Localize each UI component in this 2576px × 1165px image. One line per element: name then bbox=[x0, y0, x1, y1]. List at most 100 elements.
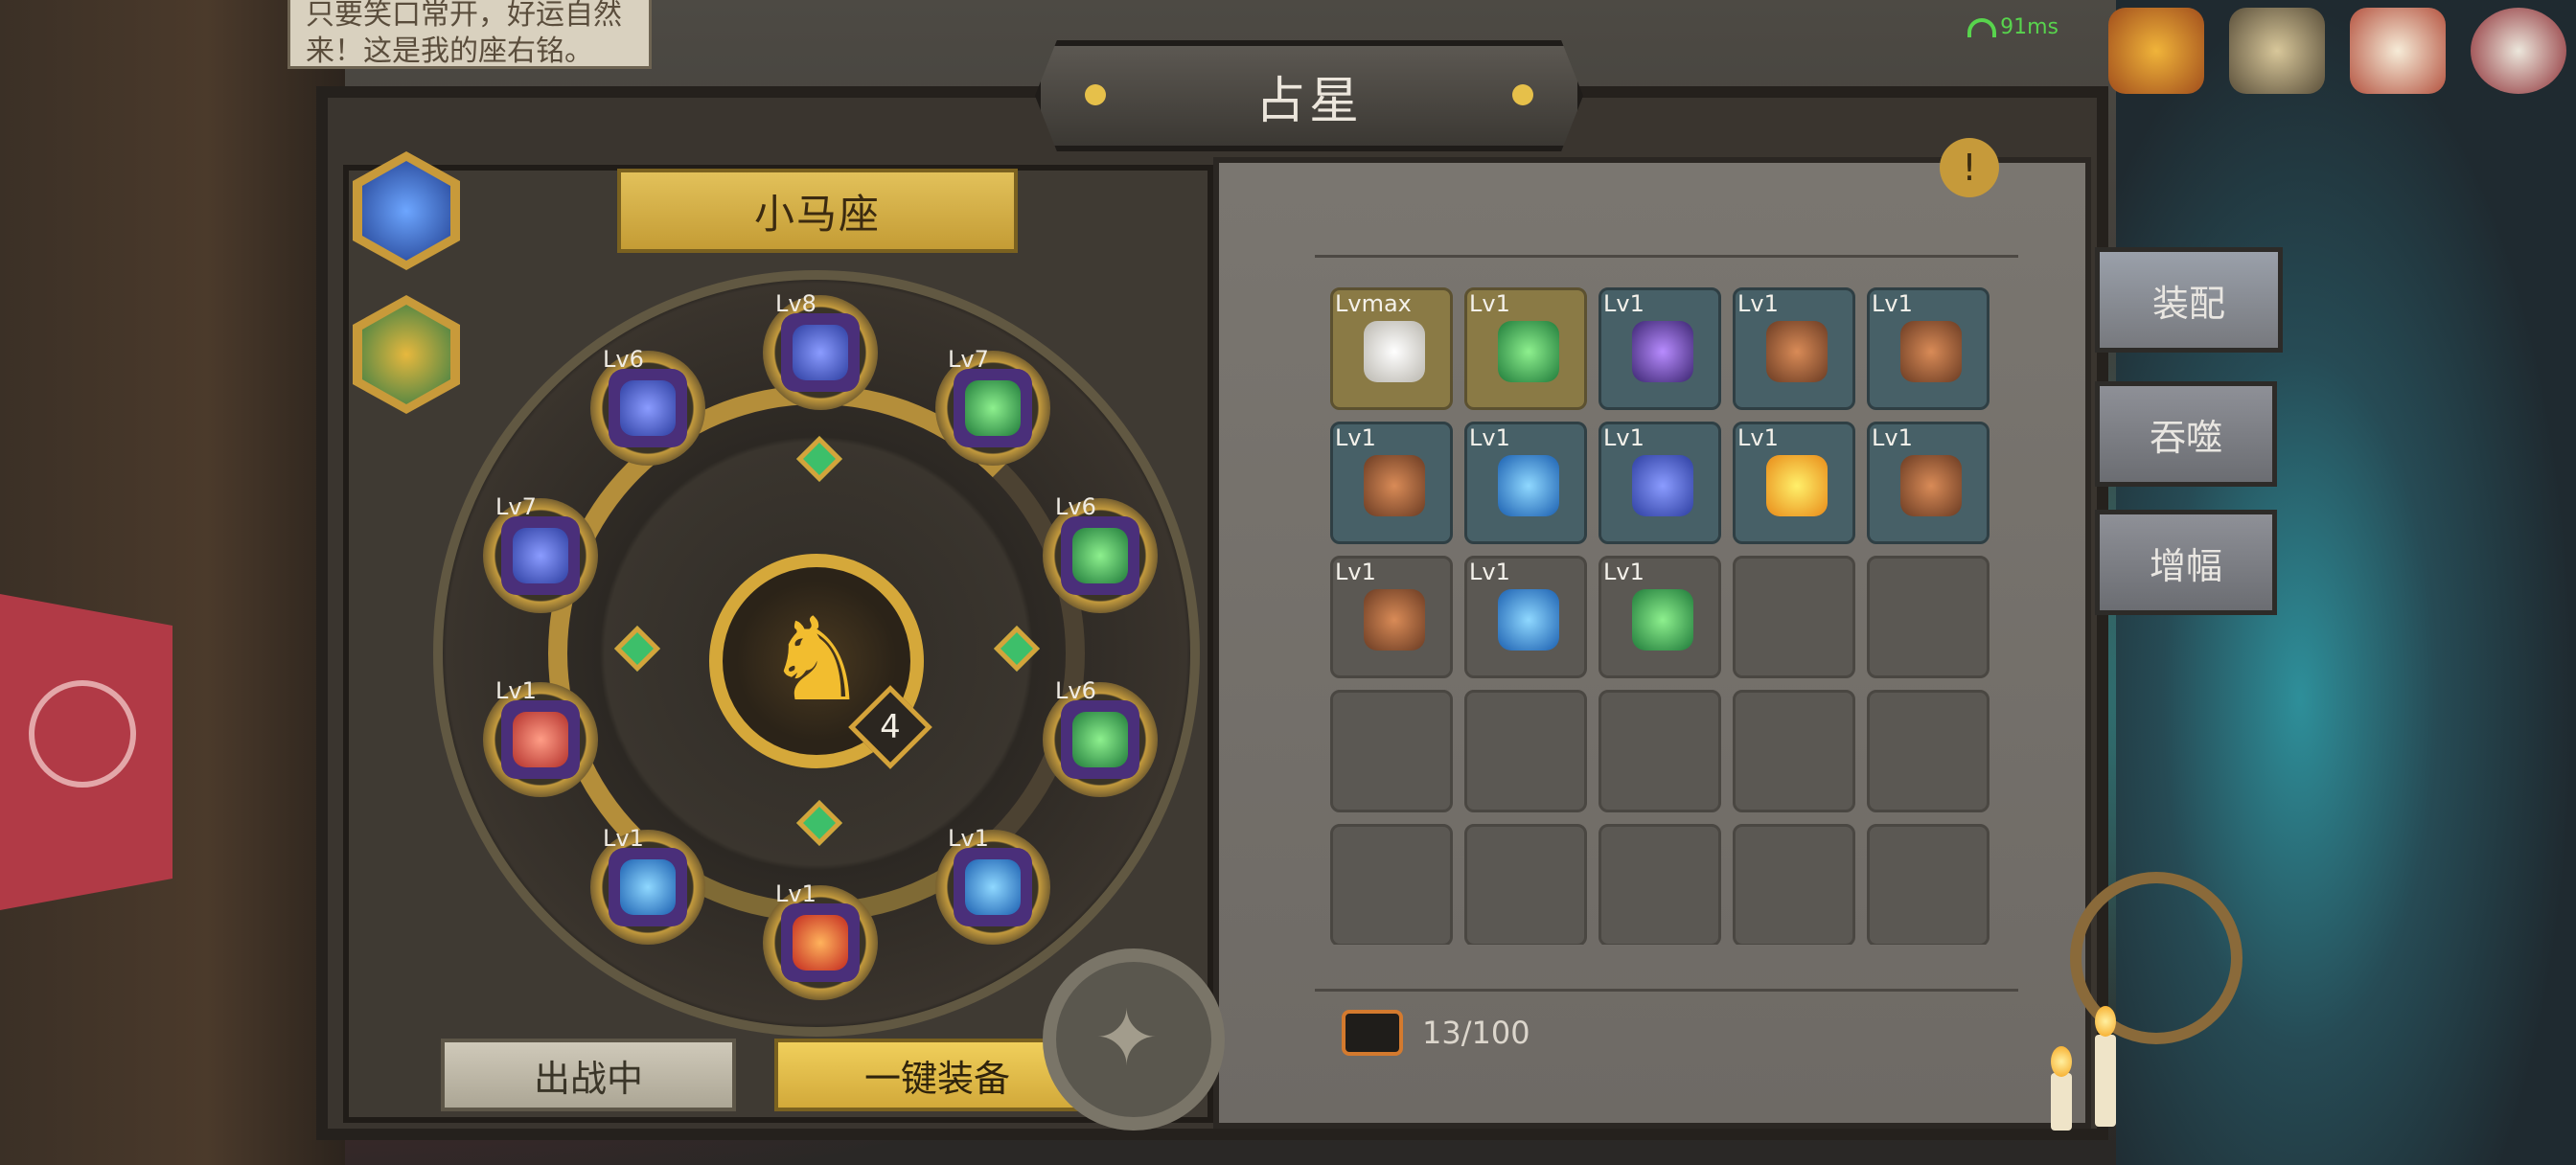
inventory-slot-empty[interactable] bbox=[1330, 690, 1453, 812]
tab-equip[interactable]: 装配 bbox=[2095, 247, 2283, 353]
inventory-count: 13 bbox=[1422, 1015, 1461, 1051]
rune-level: Lv1 bbox=[1737, 290, 1779, 317]
rune-level: Lv1 bbox=[1469, 290, 1510, 317]
red-flame-rune-icon bbox=[793, 915, 848, 971]
rune-slot[interactable]: Lv6 bbox=[1043, 493, 1158, 613]
title-dot-right bbox=[1512, 84, 1533, 105]
help-icon[interactable]: ! bbox=[1940, 138, 1999, 197]
candle-flame bbox=[2095, 1006, 2116, 1037]
inventory-slot-empty[interactable] bbox=[1733, 556, 1855, 678]
npc-speech-bubble: 只要笑口常开，好运自然来！这是我的座右铭。 bbox=[288, 0, 652, 69]
inventory-grid: Lvmax Lv1 Lv1 Lv1 Lv1 Lv1 Lv1 Lv1 Lv1 Lv1 Lv1 Lv1 Lv… bbox=[1330, 287, 1990, 945]
orange-burst-rune-icon bbox=[1766, 455, 1828, 516]
inventory-slot-empty[interactable] bbox=[1330, 824, 1453, 945]
rune-slot[interactable]: Lv1 bbox=[590, 825, 705, 945]
brown-wing-rune-icon bbox=[1364, 455, 1425, 516]
blue-flame-rune-icon bbox=[620, 859, 676, 915]
mail-icon[interactable] bbox=[2471, 8, 2566, 94]
inventory-slot-empty[interactable] bbox=[1867, 690, 1990, 812]
inventory-slot[interactable]: Lv1 bbox=[1330, 556, 1453, 678]
inventory-slot[interactable]: Lv1 bbox=[1464, 556, 1587, 678]
inventory-slot[interactable]: Lv1 bbox=[1733, 422, 1855, 544]
rune-level: Lv1 bbox=[1603, 290, 1644, 317]
blue-flame-rune-icon bbox=[965, 859, 1021, 915]
rune-level: Lv1 bbox=[603, 825, 644, 852]
constellation-level: 4 bbox=[880, 708, 901, 746]
network-ping: 91ms bbox=[1967, 15, 2058, 39]
rune-slot[interactable]: Lv8 bbox=[763, 290, 878, 410]
inventory-slot[interactable]: Lv1 bbox=[1464, 287, 1587, 410]
hammer-bow-icon[interactable] bbox=[2229, 8, 2325, 94]
blue-flame-rune-icon bbox=[1498, 455, 1559, 516]
purple-moon-rune-icon bbox=[1632, 321, 1693, 382]
horse-head-icon: ♞ bbox=[765, 594, 868, 727]
compass-decoration: ✦ bbox=[1043, 948, 1225, 1131]
inventory-slot[interactable]: Lv1 bbox=[1733, 287, 1855, 410]
brown-wing-rune-icon bbox=[1900, 455, 1962, 516]
inventory-capacity: 13/100 bbox=[1342, 1010, 1530, 1056]
rune-level: Lv1 bbox=[1603, 424, 1644, 451]
inventory-slot-empty[interactable] bbox=[1867, 824, 1990, 945]
rune-level: Lv1 bbox=[1872, 424, 1913, 451]
rune-level: Lv6 bbox=[603, 346, 644, 373]
wifi-icon bbox=[1967, 18, 1997, 37]
tab-amplify[interactable]: 增幅 bbox=[2095, 510, 2277, 615]
candle-decoration bbox=[2051, 1073, 2072, 1131]
rune-level: Lv1 bbox=[1872, 290, 1913, 317]
inventory-slot[interactable]: Lv1 bbox=[1598, 556, 1721, 678]
inventory-slot[interactable]: Lvmax bbox=[1330, 287, 1453, 410]
rune-slot[interactable]: Lv7 bbox=[935, 346, 1050, 466]
green-heart-rune-icon bbox=[965, 380, 1021, 436]
rune-level: Lv1 bbox=[1335, 424, 1376, 451]
deploy-status-button[interactable]: 出战中 bbox=[441, 1039, 736, 1111]
rune-level: Lv1 bbox=[1335, 559, 1376, 585]
inventory-scroll-area[interactable]: Lvmax Lv1 Lv1 Lv1 Lv1 Lv1 Lv1 Lv1 Lv1 Lv1 Lv1 Lv1 Lv… bbox=[1315, 287, 2018, 945]
candle-flame bbox=[2051, 1046, 2072, 1077]
tab-devour[interactable]: 吞噬 bbox=[2095, 381, 2277, 487]
inventory-slot-empty[interactable] bbox=[1733, 824, 1855, 945]
window-title: 占星 bbox=[1254, 72, 1363, 130]
rune-slot[interactable]: Lv6 bbox=[1043, 677, 1158, 797]
inventory-slot[interactable]: Lv1 bbox=[1867, 422, 1990, 544]
rune-slot[interactable]: Lv7 bbox=[483, 493, 598, 613]
background-banner bbox=[0, 594, 172, 910]
rune-level: Lvmax bbox=[1335, 290, 1412, 317]
inventory-slot-empty[interactable] bbox=[1464, 690, 1587, 812]
inventory-slot[interactable]: Lv1 bbox=[1464, 422, 1587, 544]
rune-level: Lv7 bbox=[495, 493, 537, 520]
green-heart-rune-icon bbox=[1072, 712, 1128, 767]
inventory-slot[interactable]: Lv1 bbox=[1598, 422, 1721, 544]
blue-flame-rune-icon bbox=[1498, 589, 1559, 651]
candle-decoration bbox=[2095, 1035, 2116, 1127]
inventory-divider-bottom bbox=[1315, 989, 2018, 992]
rune-slot[interactable]: Lv1 bbox=[483, 677, 598, 797]
inventory-slot[interactable]: Lv1 bbox=[1330, 422, 1453, 544]
chest-icon bbox=[1342, 1010, 1403, 1056]
rune-level: Lv1 bbox=[1469, 424, 1510, 451]
rune-level: Lv6 bbox=[1055, 677, 1096, 704]
inventory-slot-empty[interactable] bbox=[1598, 690, 1721, 812]
inventory-slot[interactable]: Lv1 bbox=[1867, 287, 1990, 410]
title-dot-left bbox=[1085, 84, 1106, 105]
hud-top-right bbox=[2108, 8, 2576, 103]
gift-box-icon[interactable] bbox=[2350, 8, 2446, 94]
inventory-slot-empty[interactable] bbox=[1464, 824, 1587, 945]
inventory-slot-empty[interactable] bbox=[1867, 556, 1990, 678]
ping-value: 91ms bbox=[2000, 15, 2058, 39]
inventory-slot-empty[interactable] bbox=[1733, 690, 1855, 812]
rune-slot[interactable]: Lv1 bbox=[763, 880, 878, 1000]
trophy-chest-icon[interactable] bbox=[2108, 8, 2204, 94]
blue-sword-rune-icon bbox=[793, 325, 848, 380]
background-left-wall bbox=[0, 0, 345, 1165]
rune-slot[interactable]: Lv6 bbox=[590, 346, 705, 466]
brown-wing-rune-icon bbox=[1364, 589, 1425, 651]
red-sword-rune-icon bbox=[513, 712, 568, 767]
inventory-slot[interactable]: Lv1 bbox=[1598, 287, 1721, 410]
white-max-rune-icon bbox=[1364, 321, 1425, 382]
rune-slot[interactable]: Lv1 bbox=[935, 825, 1050, 945]
inventory-max: /100 bbox=[1460, 1015, 1530, 1051]
constellation-name: 小马座 bbox=[617, 169, 1018, 253]
inventory-slot-empty[interactable] bbox=[1598, 824, 1721, 945]
compass-star-icon: ✦ bbox=[1094, 994, 1160, 1083]
rune-level: Lv6 bbox=[1055, 493, 1096, 520]
